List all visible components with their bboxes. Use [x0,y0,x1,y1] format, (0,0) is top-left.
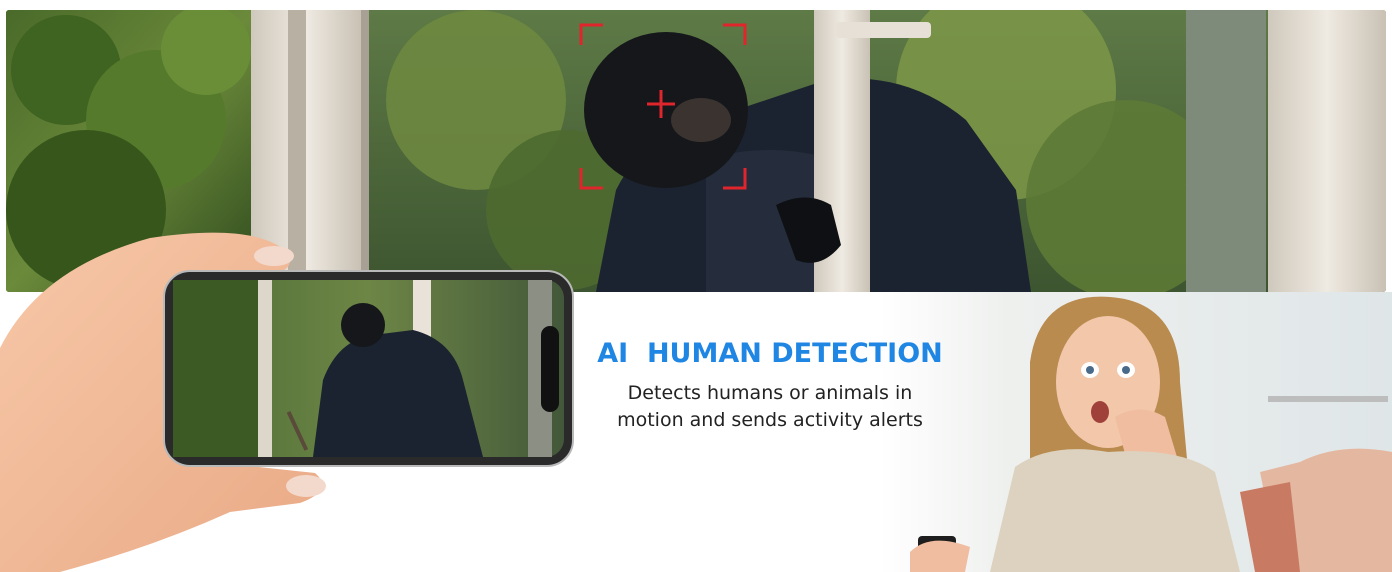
feature-headline: AI HUMAN DETECTION Detects humans or ani… [590,336,950,434]
smartphone [163,270,574,467]
feature-description-line-1: Detects humans or animals in [627,382,913,404]
surprised-woman-photo [880,292,1392,572]
feature-description: Detects humans or animals in motion and … [590,380,950,434]
feature-description-line-2: motion and sends activity alerts [617,409,923,431]
feature-banner: AI HUMAN DETECTION Detects humans or ani… [0,0,1392,572]
feature-title: AI HUMAN DETECTION [597,338,943,369]
phone-notch [541,326,559,412]
